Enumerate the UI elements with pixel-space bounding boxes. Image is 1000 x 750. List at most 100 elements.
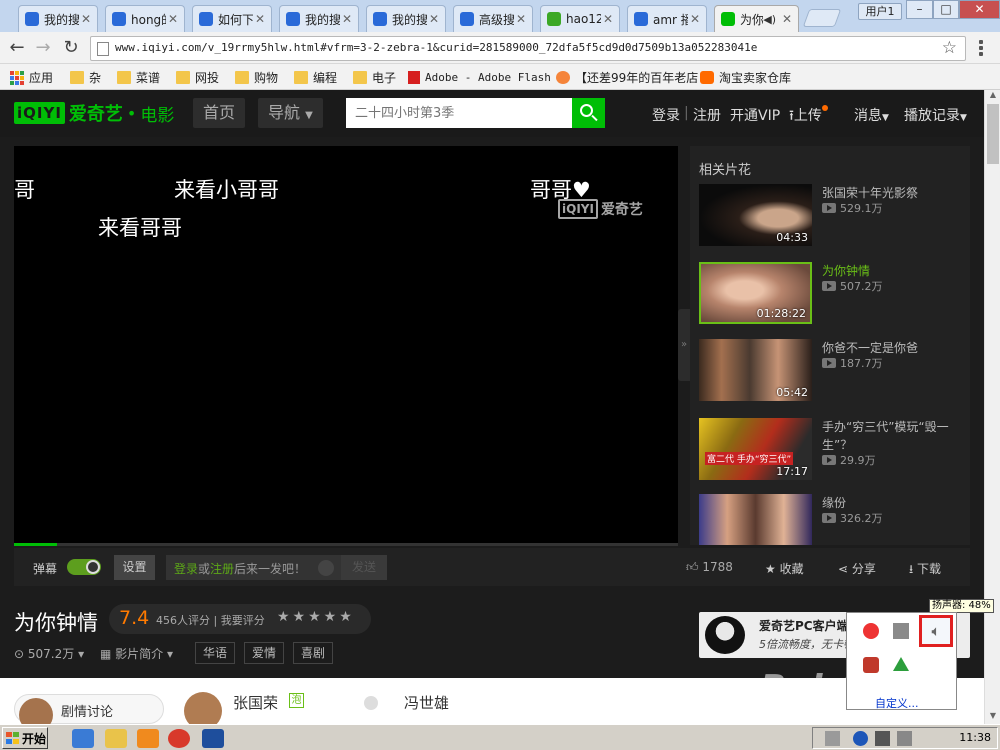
new-tab-button[interactable] [802,9,842,27]
browser-tab-active[interactable]: 为你 ◀) ✕ [714,5,799,32]
browser-tab[interactable]: hao123 ✕ [540,5,620,32]
tab-close-icon[interactable]: ✕ [427,12,441,26]
video-player[interactable]: 哥 来看小哥哥 来看哥哥 哥哥♥ iQIYI 爱奇艺 [14,146,678,545]
tray-arrow-icon[interactable] [875,731,890,746]
media-player-icon[interactable] [137,729,159,748]
related-clip[interactable]: 缘份 326.2万 [699,494,969,545]
chrome-icon[interactable] [168,729,190,748]
device-icon[interactable] [893,623,909,639]
bookmark-folder[interactable]: 杂 [70,69,101,86]
tab-close-icon[interactable]: ✕ [688,12,702,26]
tab-close-icon[interactable]: ✕ [601,12,615,26]
emoji-icon[interactable] [318,560,334,576]
volume-speaker-icon[interactable]: 🔈︎ [919,615,953,647]
clip-thumbnail[interactable]: 05:42 [699,339,812,401]
browser-tab[interactable]: 我的搜 ✕ [366,5,446,32]
clip-thumbnail[interactable]: 01:28:22 [699,262,812,324]
search-button[interactable] [572,98,605,128]
discuss-pill[interactable]: 剧情讨论 [14,694,164,732]
related-clip-active[interactable]: 01:28:22 为你钟情 507.2万 [699,262,969,326]
security-icon[interactable] [863,657,879,673]
clip-title[interactable]: 手办“穷三代”模玩“毁一生”？ [822,418,962,454]
chrome-menu-icon[interactable] [970,38,992,58]
related-clip[interactable]: 04:33 张国荣十年光影祭 529.1万 [699,184,969,248]
browser-tab[interactable]: hong的 ✕ [105,5,185,32]
bookmark-folder[interactable]: 网投 [176,69,219,86]
bookmark-folder[interactable]: 编程 [294,69,337,86]
collect-button[interactable]: ★ 收藏 [765,560,804,577]
scroll-up-icon[interactable]: ▲ [985,90,1000,103]
progress-bar[interactable] [14,543,678,546]
share-button[interactable]: ⋖ 分享 [838,560,876,577]
danmu-send-button[interactable]: 发送 [341,555,387,580]
bookmark-folder[interactable]: 菜谱 [117,69,160,86]
history-link[interactable]: 播放记录▼ [904,105,967,125]
close-window-button[interactable]: ✕ [959,0,1000,19]
related-clip[interactable]: 05:42 你爸不一定是你爸 187.7万 [699,339,969,403]
login-link[interactable]: 登录 [652,105,680,125]
vip-link[interactable]: 开通VIP [730,105,780,125]
upload-link[interactable]: ⭱上传 [789,105,828,129]
help-icon[interactable] [853,731,868,746]
explorer-icon[interactable] [105,729,127,748]
reload-icon[interactable]: ↻ [60,37,82,59]
actor-name[interactable]: 冯世雄 [404,692,449,713]
search-input[interactable] [346,98,572,128]
tab-close-icon[interactable]: ✕ [780,12,794,26]
tab-close-icon[interactable]: ✕ [514,12,528,26]
rating-stars[interactable]: ★★★★★ [277,609,355,625]
bookmark-link[interactable]: 淘宝卖家仓库 [700,69,791,86]
danmu-input[interactable]: 登录或注册后来一发吧！ 发送 [166,555,387,580]
danmu-register-link[interactable]: 注册 [210,562,234,576]
genre-tag[interactable]: 华语 [195,642,236,664]
bookmark-link[interactable]: 【还差99年的百年老店 [556,69,698,86]
bookmark-folder[interactable]: 购物 [235,69,278,86]
page-scrollbar[interactable]: ▲ ▼ [984,90,1000,724]
scroll-down-icon[interactable]: ▼ [985,711,1000,724]
iqiyi-logo[interactable]: iQIYI 爱奇艺 • 电影 [14,101,174,126]
clip-thumbnail[interactable]: 富二代 手办“穷三代” 17:17 [699,418,812,480]
tab-close-icon[interactable]: ✕ [253,12,267,26]
clip-thumbnail[interactable] [699,494,812,545]
sidebar-collapse-handle[interactable]: » [678,309,690,381]
arrow-icon[interactable] [893,657,909,671]
app-icon[interactable] [202,729,224,748]
user-profile-button[interactable]: 用户1 [858,3,902,20]
home-nav[interactable]: 首页 [193,98,246,128]
danmu-settings-button[interactable]: 设置 [114,555,155,580]
maximize-button[interactable]: □ [933,0,959,19]
network-error-icon[interactable] [863,623,879,639]
browser-tab[interactable]: 我的搜 ✕ [18,5,98,32]
start-button[interactable]: 开始 [2,727,48,749]
browser-tab[interactable]: 如何下 ✕ [192,5,272,32]
forward-icon[interactable]: → [32,37,54,59]
actor-name[interactable]: 张国荣 [233,692,278,713]
danmu-toggle[interactable] [67,559,101,575]
play-count[interactable]: ⊙ 507.2万 ▾ [14,645,84,662]
genre-tag[interactable]: 爱情 [244,642,285,664]
bookmark-star-icon[interactable]: ☆ [942,38,957,58]
rate-link[interactable]: 我要评分 [221,614,265,627]
tab-close-icon[interactable]: ✕ [166,12,180,26]
messages-link[interactable]: 消息▼ [854,105,889,125]
related-clip[interactable]: 富二代 手办“穷三代” 17:17 手办“穷三代”模玩“毁一生”？ 29.9万 [699,418,969,482]
bookmark-folder[interactable]: 电子 [353,69,396,86]
browser-tab[interactable]: 我的搜 ✕ [279,5,359,32]
ie-icon[interactable] [72,729,94,748]
browser-tab[interactable]: 高级搜 ✕ [453,5,533,32]
back-icon[interactable]: ← [6,37,28,59]
url-text[interactable]: www.iqiyi.com/v_19rrmy5hlw.html#vfrm=3-2… [115,41,757,54]
genre-tag[interactable]: 喜剧 [293,642,334,664]
tray-expand-icon[interactable] [897,731,912,746]
like-button[interactable]: 👍︎ 1788 [686,560,733,575]
scrollbar-thumb[interactable] [987,104,999,164]
download-button[interactable]: ⭳ 下载 [909,560,941,581]
tab-close-icon[interactable]: ✕ [79,12,93,26]
bookmark-apps[interactable]: 应用 [10,69,53,86]
register-link[interactable]: 注册 [693,105,721,125]
nav-dropdown[interactable]: 导航 ▼ [258,98,323,128]
browser-tab[interactable]: amr 播 ✕ [627,5,707,32]
clock[interactable]: 11:38 [959,731,991,744]
minimize-button[interactable]: – [906,0,933,19]
keyboard-icon[interactable] [825,731,840,746]
